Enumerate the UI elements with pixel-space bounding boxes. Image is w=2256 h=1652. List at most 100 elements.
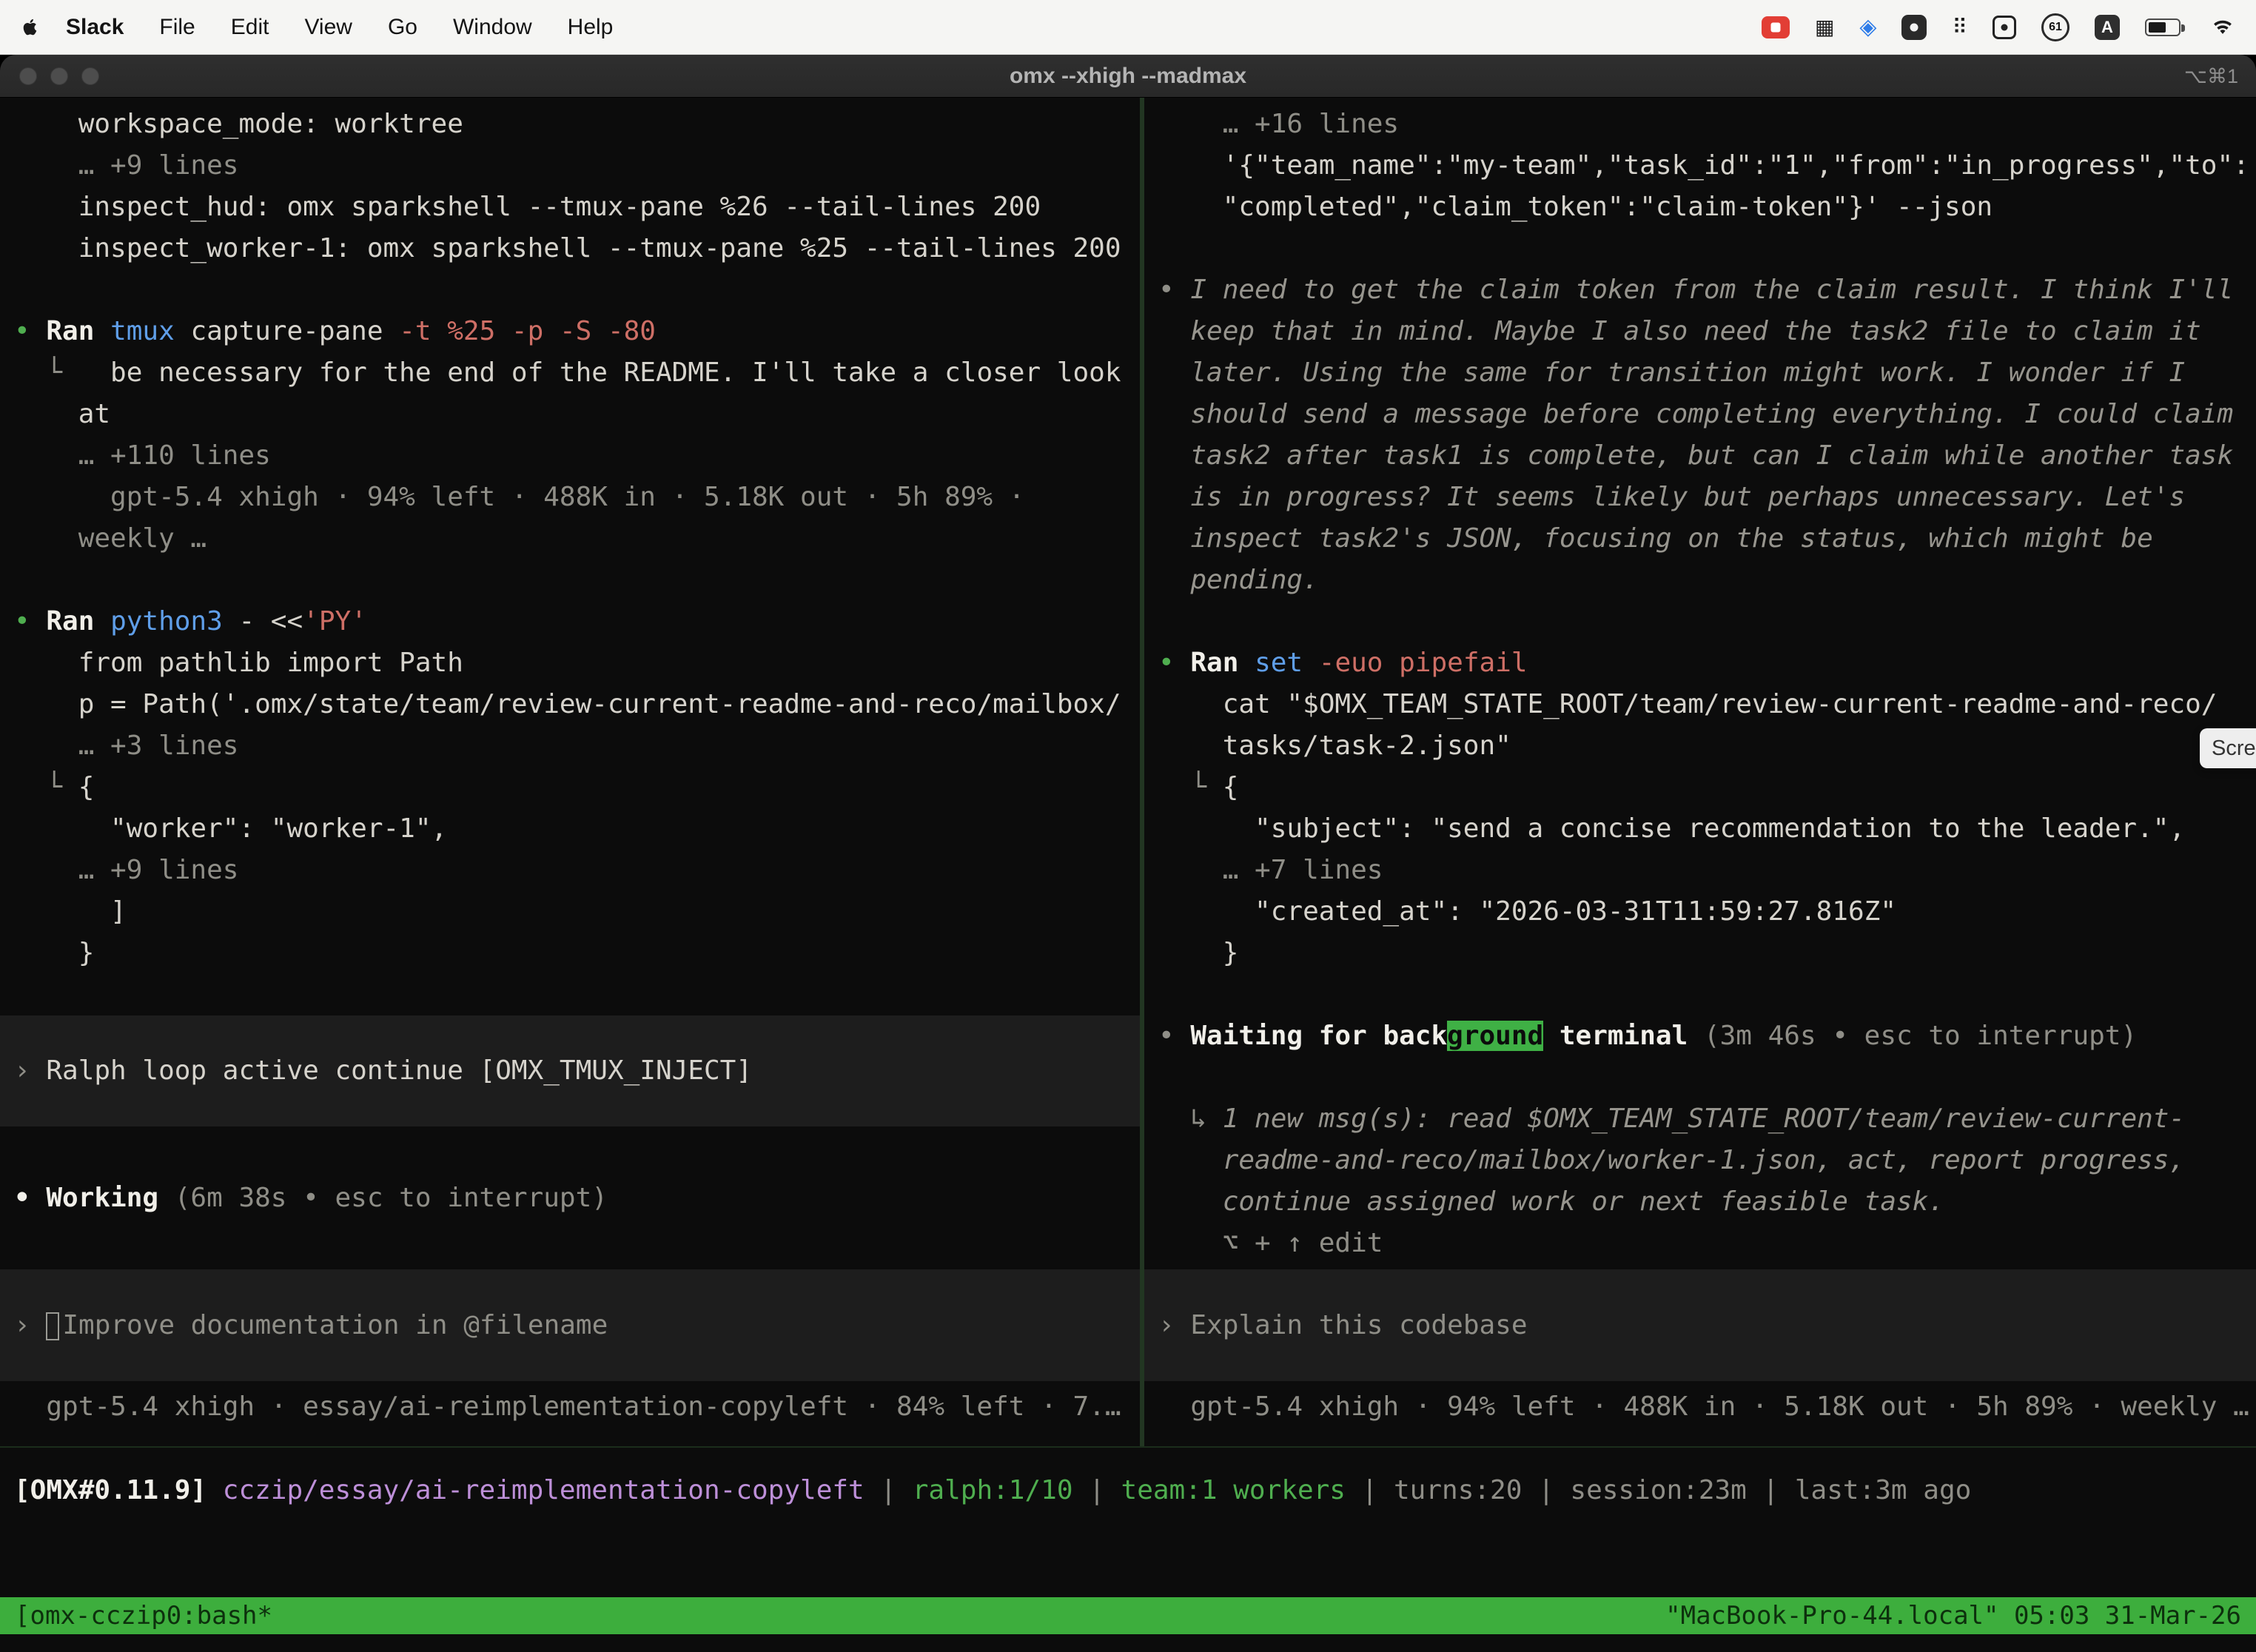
window-shortcut-hint: ⌥⌘1: [2184, 55, 2238, 98]
text-segment: -euo pipefail: [1319, 648, 1528, 678]
terminal-line: continue assigned work or next feasible …: [1144, 1181, 2256, 1223]
text-segment: └: [14, 772, 78, 802]
text-segment: gpt-5.4 xhigh · 94% left · 488K in · 5.1…: [1158, 1391, 2249, 1422]
gap: [0, 1381, 1140, 1386]
menu-app-name[interactable]: Slack: [66, 15, 124, 40]
terminal-line: '{"team_name":"my-team","task_id":"1","f…: [1144, 145, 2256, 187]
thinking-text: • I need to get the claim token from the…: [1144, 269, 2256, 311]
terminal-line: tasks/task-2.json": [1144, 725, 2256, 767]
text-segment: •: [14, 316, 46, 346]
text-segment: should send a message before completing …: [1158, 399, 2233, 429]
menu-edit[interactable]: Edit: [231, 15, 269, 40]
terminal-line: from pathlib import Path: [0, 642, 1140, 684]
apple-menu-icon[interactable]: [21, 17, 41, 37]
terminal-line: "worker": "worker-1",: [0, 808, 1140, 850]
terminal-line: "subject": "send a concise recommendatio…: [1144, 808, 2256, 850]
text-segment: '{"team_name":"my-team","task_id":"1","f…: [1158, 150, 2249, 181]
menu-window[interactable]: Window: [453, 15, 532, 40]
text-segment: workspace_mode: worktree: [14, 109, 463, 139]
prompt-input[interactable]: › Explain this codebase: [1144, 1269, 2256, 1381]
tmux-status-bar: [omx-cczip0:bash* "MacBook-Pro-44.local"…: [0, 1597, 2256, 1634]
text-segment: task2 after task1 is complete, but can I…: [1158, 440, 2233, 471]
screen-recording-indicator-icon[interactable]: [1762, 16, 1790, 38]
gap: [0, 1126, 1140, 1178]
terminal-line: › Explain this codebase: [1144, 1305, 1528, 1346]
text-segment: [OMX#0.11.9]: [14, 1475, 223, 1505]
menu-go[interactable]: Go: [388, 15, 417, 40]
text-segment: ›: [14, 1055, 46, 1086]
omx-status-line: [OMX#0.11.9] cczip/essay/ai-reimplementa…: [0, 1470, 2256, 1511]
screen-sharing-overlay[interactable]: Scre: [2200, 728, 2256, 768]
dots-grid-icon[interactable]: ⠿: [1952, 13, 1967, 41]
text-segment: |: [1073, 1475, 1121, 1505]
terminal-line: … +110 lines: [0, 435, 1140, 477]
text-segment: └: [14, 357, 62, 388]
menu-help[interactable]: Help: [568, 15, 614, 40]
text-segment: tmux: [110, 316, 190, 346]
terminal-line: cat "$OMX_TEAM_STATE_ROOT/team/review-cu…: [1144, 684, 2256, 725]
text-segment: inspect task2's JSON, focusing on the st…: [1158, 523, 2153, 554]
text-cursor: [46, 1312, 59, 1340]
gap: [0, 974, 1140, 1015]
text-segment: Ran: [46, 606, 110, 637]
terminal-line: … +9 lines: [0, 850, 1140, 891]
text-segment: Ran: [1190, 648, 1255, 678]
text-segment: cczip/essay/ai-reimplementation-copyleft: [223, 1475, 865, 1505]
text-segment: pending.: [1158, 565, 1319, 595]
text-segment: Improve documentation in @filename: [62, 1310, 608, 1340]
text-segment: ↳: [1158, 1104, 1223, 1134]
gap: [0, 1219, 1140, 1269]
text-segment: gpt-5.4 xhigh · essay/ai-reimplementatio…: [14, 1391, 1121, 1422]
key-icon[interactable]: [1993, 16, 2016, 39]
left-pane[interactable]: workspace_mode: worktree … +9 lines insp…: [0, 98, 1140, 1446]
terminal-line: └ be necessary for the end of the README…: [0, 352, 1140, 394]
text-segment: (6m 38s • esc to interrupt): [158, 1183, 608, 1213]
text-segment: Ralph loop active continue [OMX_TMUX_INJ…: [46, 1055, 752, 1086]
text-segment: tasks/task-2.json": [1158, 731, 1511, 761]
text-segment: •: [14, 1183, 46, 1213]
terminal-line: workspace_mode: worktree: [0, 104, 1140, 145]
text-segment: Waiting for back: [1190, 1021, 1447, 1051]
text-segment: Ran: [46, 316, 110, 346]
pane-status-line: gpt-5.4 xhigh · essay/ai-reimplementatio…: [0, 1386, 1140, 1428]
working-status: • Working (6m 38s • esc to interrupt): [0, 1178, 1140, 1219]
text-segment: - <<: [238, 606, 303, 637]
window-titlebar[interactable]: omx --xhigh --madmax ⌥⌘1: [0, 55, 2256, 98]
battery-icon[interactable]: [2145, 19, 2181, 36]
text-segment: turns:20: [1394, 1475, 1522, 1505]
mailbox-message: ↳ 1 new msg(s): read $OMX_TEAM_STATE_ROO…: [1144, 1098, 2256, 1140]
gap: [1144, 601, 2256, 642]
blue-app-icon[interactable]: ◈: [1859, 13, 1876, 41]
waiting-status: • Waiting for background terminal (3m 46…: [1144, 1015, 2256, 1057]
right-pane[interactable]: … +16 lines '{"team_name":"my-team","tas…: [1144, 98, 2256, 1446]
app-menus: Slack File Edit View Go Window Help: [66, 15, 613, 40]
omx-status-text: [OMX#0.11.9] cczip/essay/ai-reimplementa…: [0, 1470, 2256, 1511]
terminal-line: readme-and-reco/mailbox/worker-1.json, a…: [1144, 1140, 2256, 1181]
text-segment: p = Path('.omx/state/team/review-current…: [14, 689, 1121, 719]
terminal-line: task2 after task1 is complete, but can I…: [1144, 435, 2256, 477]
window-manager-grid-icon[interactable]: ▦: [1815, 13, 1834, 41]
terminal-line: inspect task2's JSON, focusing on the st…: [1144, 518, 2256, 560]
text-segment: -t %25 -p -S -80: [399, 316, 656, 346]
menu-view[interactable]: View: [304, 15, 352, 40]
terminal-line: keep that in mind. Maybe I also need the…: [1144, 311, 2256, 352]
menu-file[interactable]: File: [159, 15, 195, 40]
text-segment: inspect_worker-1: omx sparkshell --tmux-…: [14, 233, 1121, 263]
text-segment: capture-pane: [190, 316, 399, 346]
input-source-icon[interactable]: A: [2095, 15, 2120, 40]
dark-app-icon[interactable]: [1901, 15, 1927, 40]
text-segment: … +110 lines: [14, 440, 271, 471]
terminal-line: p = Path('.omx/state/team/review-current…: [0, 684, 1140, 725]
terminal-line: at: [0, 394, 1140, 435]
menu-bar: Slack File Edit View Go Window Help ▦ ◈ …: [0, 0, 2256, 55]
wifi-icon[interactable]: [2210, 13, 2235, 41]
text-segment: •: [1158, 275, 1190, 305]
battery-percentage-gauge-icon[interactable]: 61: [2041, 13, 2069, 41]
tmux-session-name: [omx-cczip0:bash*: [15, 1597, 272, 1634]
gap: [1144, 1057, 2256, 1098]
prompt-input[interactable]: › Improve documentation in @filename: [0, 1269, 1140, 1381]
text-segment: team:1 workers: [1121, 1475, 1346, 1505]
terminal-line: › Improve documentation in @filename: [0, 1305, 608, 1346]
text-segment: {: [1223, 772, 1239, 802]
terminal-line: later. Using the same for transition mig…: [1144, 352, 2256, 394]
